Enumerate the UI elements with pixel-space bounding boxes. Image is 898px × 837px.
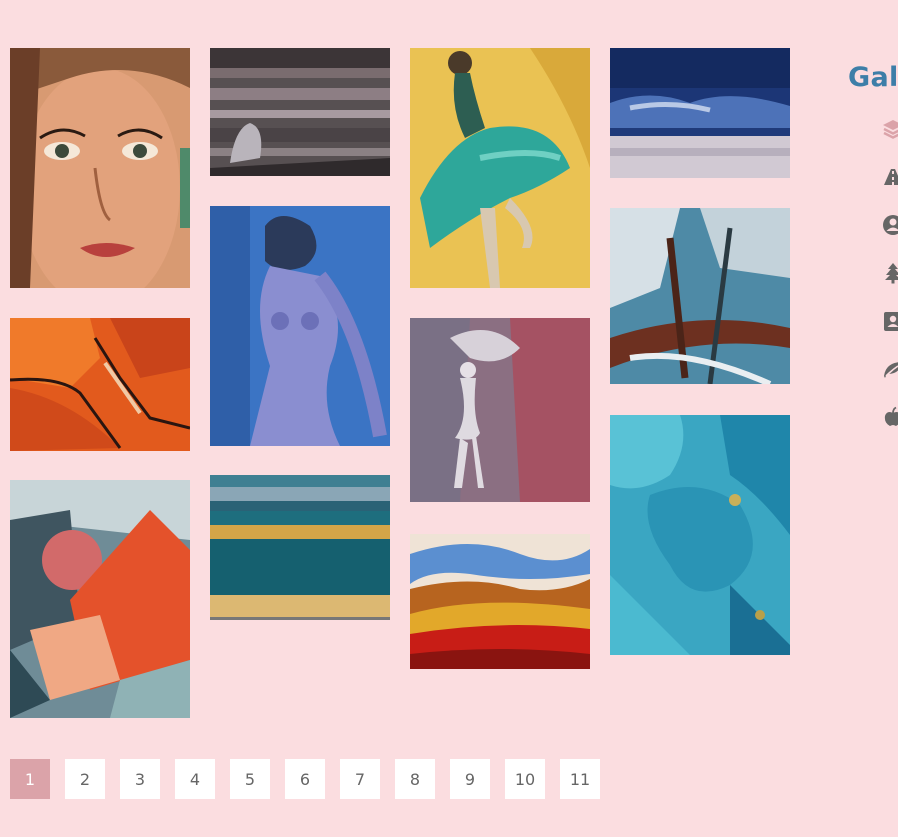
- painting-ballerina-mauve[interactable]: [410, 318, 590, 502]
- road-icon[interactable]: [882, 166, 898, 188]
- page-button-6[interactable]: 6: [285, 759, 325, 799]
- painting-blue-sea-horizon[interactable]: [610, 48, 790, 178]
- category-sidebar: Gale: [848, 62, 898, 93]
- painting-blue-nude[interactable]: [210, 206, 390, 446]
- page-button-7[interactable]: 7: [340, 759, 380, 799]
- page-button-11[interactable]: 11: [560, 759, 600, 799]
- page-button-1[interactable]: 1: [10, 759, 50, 799]
- sidebar-title: Gale: [848, 62, 898, 93]
- page-button-2[interactable]: 2: [65, 759, 105, 799]
- painting-abstract-white-splash[interactable]: [610, 208, 790, 384]
- leaf-icon[interactable]: [882, 358, 898, 380]
- layers-icon[interactable]: [882, 118, 898, 140]
- page-button-8[interactable]: 8: [395, 759, 435, 799]
- contact-card-icon[interactable]: [882, 310, 898, 332]
- painting-dancer-teal-dress[interactable]: [410, 48, 590, 288]
- page-button-9[interactable]: 9: [450, 759, 490, 799]
- tree-icon[interactable]: [882, 262, 898, 284]
- painting-orange-abstract[interactable]: [10, 318, 190, 451]
- page-button-3[interactable]: 3: [120, 759, 160, 799]
- user-circle-icon[interactable]: [882, 214, 898, 236]
- painting-geometric-red-shapes[interactable]: [10, 480, 190, 718]
- painting-landscape-red-dunes[interactable]: [410, 534, 590, 669]
- painting-teal-stripes[interactable]: [210, 475, 390, 620]
- painting-woman-portrait[interactable]: [10, 48, 190, 288]
- painting-figure-gray-shore[interactable]: [210, 48, 390, 176]
- apple-icon[interactable]: [882, 406, 898, 428]
- page-button-5[interactable]: 5: [230, 759, 270, 799]
- page-button-10[interactable]: 10: [505, 759, 545, 799]
- page-button-4[interactable]: 4: [175, 759, 215, 799]
- painting-turquoise-abstract[interactable]: [610, 415, 790, 655]
